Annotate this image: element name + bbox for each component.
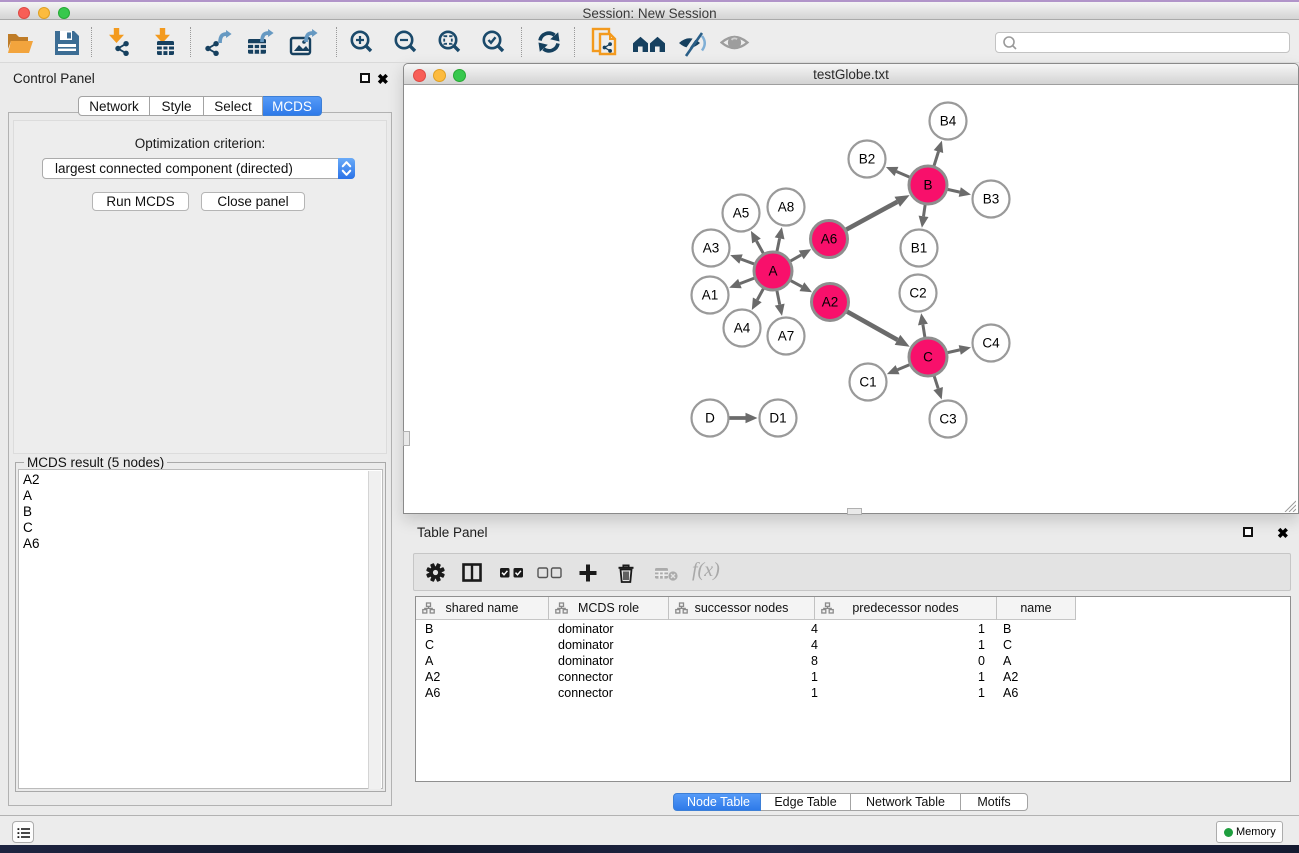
svg-text:C2: C2 — [909, 286, 926, 301]
svg-text:A4: A4 — [734, 321, 751, 336]
svg-text:B: B — [923, 178, 932, 193]
svg-text:A5: A5 — [733, 206, 750, 221]
svg-text:A2: A2 — [822, 295, 839, 310]
svg-text:C4: C4 — [982, 336, 1000, 351]
svg-text:A1: A1 — [702, 288, 719, 303]
svg-text:C1: C1 — [859, 375, 876, 390]
svg-text:A7: A7 — [778, 329, 795, 344]
svg-text:D: D — [705, 411, 715, 426]
svg-text:C3: C3 — [939, 412, 956, 427]
svg-text:A8: A8 — [778, 200, 795, 215]
svg-text:A6: A6 — [821, 232, 838, 247]
svg-text:B4: B4 — [940, 114, 957, 129]
svg-text:A: A — [768, 264, 777, 279]
svg-text:B1: B1 — [911, 241, 928, 256]
svg-text:A3: A3 — [703, 241, 720, 256]
svg-text:C: C — [923, 350, 933, 365]
svg-text:B2: B2 — [859, 152, 876, 167]
svg-text:D1: D1 — [769, 411, 786, 426]
svg-text:B3: B3 — [983, 192, 1000, 207]
